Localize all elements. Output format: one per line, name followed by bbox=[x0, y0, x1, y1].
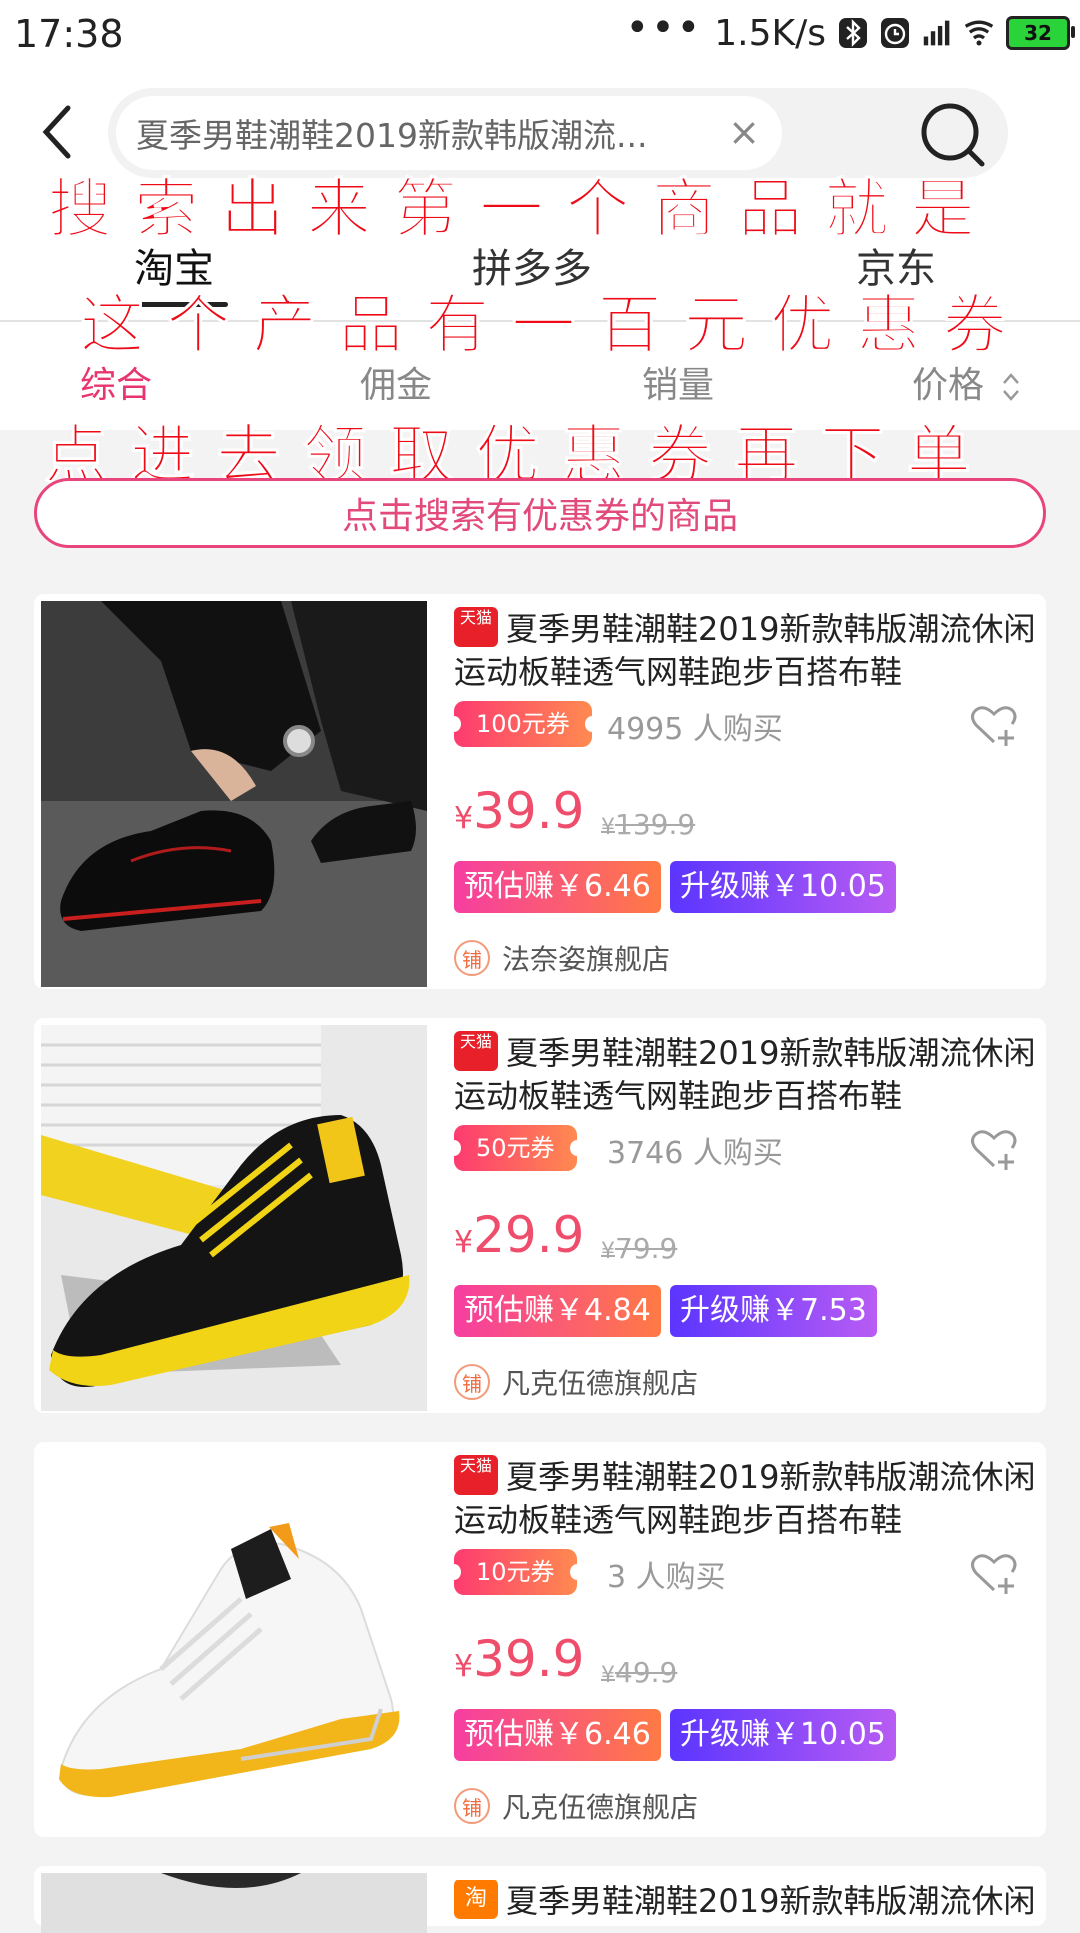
product-image[interactable] bbox=[41, 1025, 427, 1411]
estimated-earn-button[interactable]: 预估赚￥6.46 bbox=[454, 861, 661, 913]
shoe-photo-white-yellow bbox=[41, 1449, 427, 1835]
taobao-badge: 淘 bbox=[454, 1880, 498, 1919]
clear-icon[interactable]: × bbox=[728, 110, 760, 154]
search-query: 夏季男鞋潮鞋2019新款韩版潮流... bbox=[136, 116, 648, 155]
favorite-heart-icon[interactable] bbox=[970, 1552, 1018, 1596]
product-title-text: 夏季男鞋潮鞋2019新款韩版潮流休闲运动板鞋透气网鞋跑步百搭布鞋 bbox=[454, 1458, 1036, 1539]
shop-name: 凡克伍德旗舰店 bbox=[502, 1367, 699, 1400]
alarm-icon bbox=[881, 18, 909, 48]
upgrade-earn-button[interactable]: 升级赚￥10.05 bbox=[670, 861, 896, 913]
price-symbol: ¥ bbox=[454, 1225, 474, 1260]
battery-level: 32 bbox=[1024, 21, 1052, 45]
product-title-text: 夏季男鞋潮鞋2019新款韩版潮流休闲 bbox=[506, 1882, 1036, 1920]
tmall-badge: 天猫 bbox=[454, 1455, 498, 1495]
wifi-icon bbox=[964, 20, 994, 46]
shop-name: 法奈姿旗舰店 bbox=[502, 943, 671, 976]
estimated-earn-button[interactable]: 预估赚￥6.46 bbox=[454, 1709, 661, 1761]
favorite-heart-icon[interactable] bbox=[970, 704, 1018, 748]
product-card[interactable]: 天猫 夏季男鞋潮鞋2019新款韩版潮流休闲运动板鞋透气网鞋跑步百搭布鞋 50元券 … bbox=[34, 1018, 1046, 1413]
upgrade-earn-button[interactable]: 升级赚￥7.53 bbox=[670, 1285, 877, 1337]
upgrade-earn-button[interactable]: 升级赚￥10.05 bbox=[670, 1709, 896, 1761]
shop-row[interactable]: 铺 凡克伍德旗舰店 bbox=[454, 1786, 698, 1826]
product-image[interactable] bbox=[41, 1873, 427, 1933]
original-price-value: 79.9 bbox=[615, 1232, 678, 1265]
price: ¥29.9 bbox=[454, 1206, 584, 1264]
buyer-count: 3 人购买 bbox=[607, 1560, 726, 1595]
signal-icon bbox=[923, 20, 950, 46]
coupon-badge: 50元券 bbox=[447, 1125, 584, 1171]
product-title-text: 夏季男鞋潮鞋2019新款韩版潮流休闲运动板鞋透气网鞋跑步百搭布鞋 bbox=[454, 1034, 1036, 1115]
shoe-photo-black-leather bbox=[41, 601, 427, 987]
product-title-text: 夏季男鞋潮鞋2019新款韩版潮流休闲运动板鞋透气网鞋跑步百搭布鞋 bbox=[454, 610, 1036, 691]
tmall-badge: 天猫 bbox=[454, 1031, 498, 1071]
battery-icon: 32 bbox=[1006, 16, 1075, 50]
price: ¥39.9 bbox=[454, 782, 584, 840]
original-price-value: 139.9 bbox=[615, 808, 696, 841]
shop-row[interactable]: 铺 法奈姿旗舰店 bbox=[454, 938, 670, 978]
sort-arrows-icon bbox=[1003, 373, 1020, 401]
shop-icon: 铺 bbox=[454, 940, 490, 976]
coupon-badge: 10元券 bbox=[447, 1549, 584, 1595]
sort-tab-price-label: 价格 bbox=[912, 365, 985, 406]
coupon-badge: 100元券 bbox=[447, 701, 599, 747]
original-price-symbol: ¥ bbox=[601, 815, 615, 840]
shop-name: 凡克伍德旗舰店 bbox=[502, 1791, 699, 1824]
original-price-symbol: ¥ bbox=[601, 1663, 615, 1688]
product-image[interactable] bbox=[41, 1449, 427, 1835]
coupon-search-button[interactable]: 点击搜索有优惠券的商品 bbox=[34, 478, 1046, 548]
product-title: 淘夏季男鞋潮鞋2019新款韩版潮流休闲 bbox=[454, 1880, 1044, 1923]
overlay-text-line-1: 搜 索 出 来 第 一 个 商 品 就 是 bbox=[48, 173, 976, 248]
shop-icon: 铺 bbox=[454, 1788, 490, 1824]
original-price: ¥139.9 bbox=[601, 808, 695, 841]
price-symbol: ¥ bbox=[454, 1649, 474, 1684]
estimated-earn-button[interactable]: 预估赚￥4.84 bbox=[454, 1285, 661, 1337]
price-value: 39.9 bbox=[473, 1630, 585, 1688]
buyer-count: 4995 人购买 bbox=[607, 712, 783, 747]
back-arrow-icon[interactable] bbox=[34, 104, 84, 160]
status-time: 17:38 bbox=[14, 12, 124, 56]
status-icons: ••• 1.5K/s 32 bbox=[625, 5, 1075, 56]
buyer-count: 3746 人购买 bbox=[607, 1136, 783, 1171]
more-dots: ••• bbox=[625, 5, 703, 51]
shoe-photo-partial bbox=[41, 1873, 427, 1933]
product-image[interactable] bbox=[41, 601, 427, 987]
price-value: 39.9 bbox=[473, 782, 585, 840]
product-title: 天猫 夏季男鞋潮鞋2019新款韩版潮流休闲运动板鞋透气网鞋跑步百搭布鞋 bbox=[454, 607, 1044, 694]
overlay-text-line-2: 这 个 产 品 有 一 百 元 优 惠 券 bbox=[80, 289, 1008, 364]
favorite-heart-icon[interactable] bbox=[970, 1128, 1018, 1172]
price: ¥39.9 bbox=[454, 1630, 584, 1688]
original-price-value: 49.9 bbox=[615, 1656, 678, 1689]
product-title: 天猫 夏季男鞋潮鞋2019新款韩版潮流休闲运动板鞋透气网鞋跑步百搭布鞋 bbox=[454, 1031, 1044, 1118]
product-card[interactable]: 淘夏季男鞋潮鞋2019新款韩版潮流休闲 bbox=[34, 1866, 1046, 1933]
shoe-photo-black-yellow bbox=[41, 1025, 427, 1411]
tmall-badge: 天猫 bbox=[454, 607, 498, 647]
product-title: 天猫 夏季男鞋潮鞋2019新款韩版潮流休闲运动板鞋透气网鞋跑步百搭布鞋 bbox=[454, 1455, 1044, 1542]
original-price: ¥79.9 bbox=[601, 1232, 677, 1265]
net-speed: 1.5K/s bbox=[714, 12, 826, 54]
original-price: ¥49.9 bbox=[601, 1656, 677, 1689]
product-card[interactable]: 天猫 夏季男鞋潮鞋2019新款韩版潮流休闲运动板鞋透气网鞋跑步百搭布鞋 10元券 … bbox=[34, 1442, 1046, 1837]
price-value: 29.9 bbox=[473, 1206, 585, 1264]
bluetooth-icon bbox=[839, 18, 867, 48]
product-card[interactable]: 天猫 夏季男鞋潮鞋2019新款韩版潮流休闲运动板鞋透气网鞋跑步百搭布鞋 100元券… bbox=[34, 594, 1046, 989]
price-symbol: ¥ bbox=[454, 801, 474, 836]
shop-icon: 铺 bbox=[454, 1364, 490, 1400]
shop-row[interactable]: 铺 凡克伍德旗舰店 bbox=[454, 1362, 698, 1402]
original-price-symbol: ¥ bbox=[601, 1239, 615, 1264]
